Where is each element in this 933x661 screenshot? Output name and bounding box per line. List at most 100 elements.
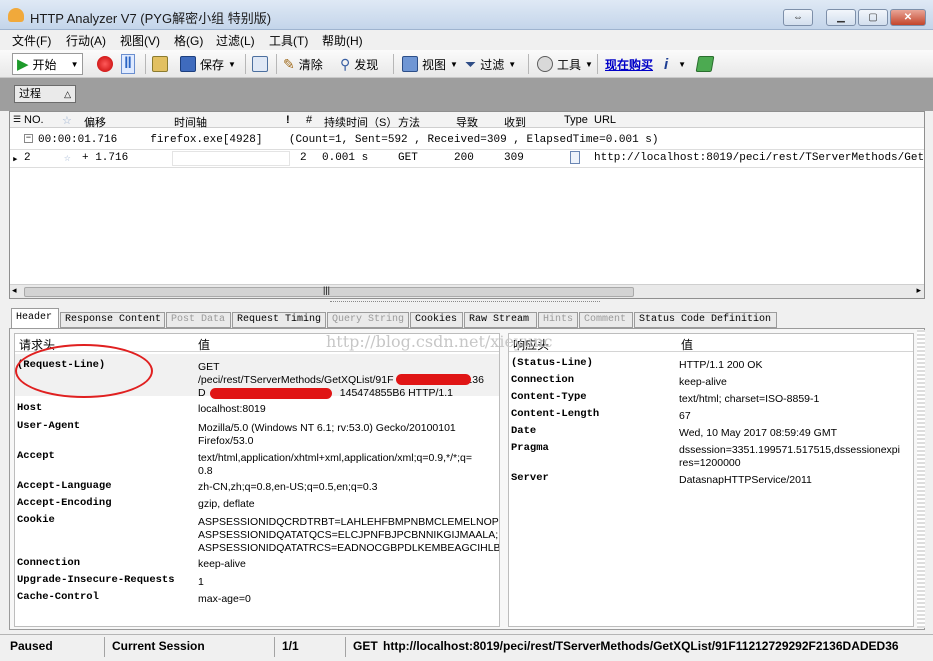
header-row[interactable]: Cookie ASPSESSIONIDQCRDTRBT=LAHLEHFBMPNBM… [15,511,499,554]
header-row[interactable]: Content-Type text/html; charset=ISO-8859-… [509,388,913,405]
menu-help[interactable]: 帮助(H) [322,32,363,49]
grip-icon: ||| [323,285,331,295]
table-row[interactable]: ▸ 2 ☆ + 1.716 2 0.001 s GET 200 309 http… [10,150,924,168]
header-row[interactable]: (Status-Line) HTTP/1.1 200 OK [509,354,913,371]
scroll-right-icon[interactable]: ▸ [916,285,921,296]
tab-status-code-definition[interactable]: Status Code Definition [634,312,777,328]
tools-button[interactable]: 工具 ▼ [537,53,593,75]
header-row[interactable]: Cache-Control max-age=0 [15,588,499,605]
header-value: text/html,application/xhtml+xml,applicat… [198,452,473,477]
stop-icon [97,56,113,72]
header-row[interactable]: Content-Length 67 [509,405,913,422]
star-icon[interactable]: ☆ [64,151,71,165]
cell-timeline [172,151,290,166]
col-timeline[interactable]: 时间轴 [174,114,207,130]
title-bar: HTTP Analyzer V7 (PYG解密小组 特别版) ⇔ ▁ ▢ ✕ [0,0,933,30]
window-title: HTTP Analyzer V7 (PYG解密小组 特别版) [30,11,272,26]
tab-query-string[interactable]: Query String [327,312,409,328]
menu-action[interactable]: 行动(A) [66,32,106,49]
header-row[interactable]: Accept text/html,application/xhtml+xml,ap… [15,446,499,477]
header-value: ASPSESSIONIDQCRDTRBT=LAHLEHFBMPNBMCLEMEL… [198,516,500,554]
export-button[interactable] [252,53,268,75]
tab-raw-stream[interactable]: Raw Stream [464,312,537,328]
toolbar: ▶ 开始 ▼ ‖ 保存 ▼ ✎ 清除 ⚲ 发现 视图 ▼ ⏷ 过滤 ▼ 工具 ▼… [0,50,933,78]
header-row[interactable]: Date Wed, 10 May 2017 08:59:49 GMT [509,422,913,439]
save-button[interactable]: 保存 ▼ [180,53,236,75]
col-type[interactable]: Type [564,114,588,126]
cell-method: GET [398,152,418,164]
buy-now-link[interactable]: 现在购买 [605,53,653,75]
header-row[interactable]: Pragma dssession=3351.199571.517515,dsses… [509,439,913,469]
header-key: Upgrade-Insecure-Requests [17,574,175,586]
col-flag[interactable]: ! [286,114,290,126]
stop-button[interactable] [97,53,113,75]
broom-icon: ✎ [283,55,295,72]
gear-icon [537,56,553,72]
col-number[interactable]: # [306,114,312,126]
clear-button[interactable]: ✎ 清除 [283,53,323,75]
info-button[interactable]: i ▼ [664,53,686,75]
group-row[interactable]: − 00:00:01.716 firefox.exe[4928] (Count=… [10,132,924,150]
header-row[interactable]: Accept-Language zh-CN,zh;q=0.8,en-US;q=0.… [15,477,499,494]
horizontal-scrollbar[interactable]: ◂ ||| ▸ [10,284,924,298]
header-row[interactable]: User-Agent Mozilla/5.0 (Windows NT 6.1; r… [15,416,499,447]
request-value-col[interactable]: 值 [198,336,210,353]
group-chip-process[interactable]: 过程 △ [14,85,76,103]
cell-duration: 0.001 s [322,152,369,164]
chevron-down-icon: ▼ [70,59,79,69]
pause-button[interactable]: ‖ [121,53,135,75]
tab-cookies[interactable]: Cookies [410,312,463,328]
scroll-left-icon[interactable]: ◂ [12,285,17,296]
open-button[interactable] [152,53,168,75]
close-button[interactable]: ✕ [890,9,926,26]
col-url[interactable]: URL [594,114,616,126]
menu-tools[interactable]: 工具(T) [269,32,308,49]
col-status[interactable]: 导致 [456,114,478,130]
panel-splitter[interactable] [330,301,600,304]
header-row[interactable]: Connection keep-alive [15,554,499,571]
menu-view[interactable]: 视图(V) [120,32,160,49]
tab-response-content[interactable]: Response Content [60,312,165,328]
menu-file[interactable]: 文件(F) [12,32,51,49]
start-button[interactable]: ▶ 开始 ▼ [12,53,84,75]
tab-header[interactable]: Header [11,308,59,328]
col-no[interactable]: NO. [24,114,44,126]
tab-comment[interactable]: Comment [579,312,633,328]
tab-request-timing[interactable]: Request Timing [232,312,326,328]
maximize-button[interactable]: ▢ [858,9,888,26]
row-menu-icon[interactable]: ☰ [13,114,21,125]
col-received[interactable]: 收到 [504,114,526,130]
menu-filter[interactable]: 过滤(L) [216,32,255,49]
header-row[interactable]: Accept-Encoding gzip, deflate [15,494,499,511]
response-value-col[interactable]: 值 [681,336,693,353]
cell-received: 309 [504,152,524,164]
menu-grid[interactable]: 格(G) [174,32,203,49]
book-button[interactable] [695,53,715,75]
tab-hints[interactable]: Hints [538,312,578,328]
row-pointer-icon: ▸ [12,154,19,166]
resize-grip[interactable] [917,330,925,628]
tab-post-data[interactable]: Post Data [166,312,231,328]
view-button[interactable]: 视图 ▼ [402,53,458,75]
chevron-down-icon: ▼ [228,59,236,69]
restore-arrows-button[interactable]: ⇔ [783,9,813,26]
status-method: GET [353,639,378,653]
col-offset[interactable]: 偏移 [84,114,106,130]
info-icon: i [664,55,669,73]
cell-offset: + 1.716 [82,152,129,164]
header-key: Content-Length [511,408,600,420]
col-method[interactable]: 方法 [398,114,420,130]
header-key: Accept [17,450,55,462]
collapse-icon[interactable]: − [24,134,33,143]
header-row[interactable]: Host localhost:8019 [15,398,499,415]
col-duration[interactable]: 持续时间（S） [324,114,397,130]
minimize-button[interactable]: ▁ [826,9,856,26]
header-row[interactable]: Server DatasnapHTTPService/2011 [509,469,913,486]
header-row[interactable]: Upgrade-Insecure-Requests 1 [15,571,499,588]
find-button[interactable]: ⚲ 发现 [340,53,378,75]
header-row[interactable]: Connection keep-alive [509,371,913,388]
filter-button[interactable]: ⏷ 过滤 ▼ [465,53,516,75]
header-value: Mozilla/5.0 (Windows NT 6.1; rv:53.0) Ge… [198,422,456,447]
menu-bar: 文件(F) 行动(A) 视图(V) 格(G) 过滤(L) 工具(T) 帮助(H) [0,30,933,50]
status-bar: Paused Current Session 1/1 GET http://lo… [0,634,933,661]
